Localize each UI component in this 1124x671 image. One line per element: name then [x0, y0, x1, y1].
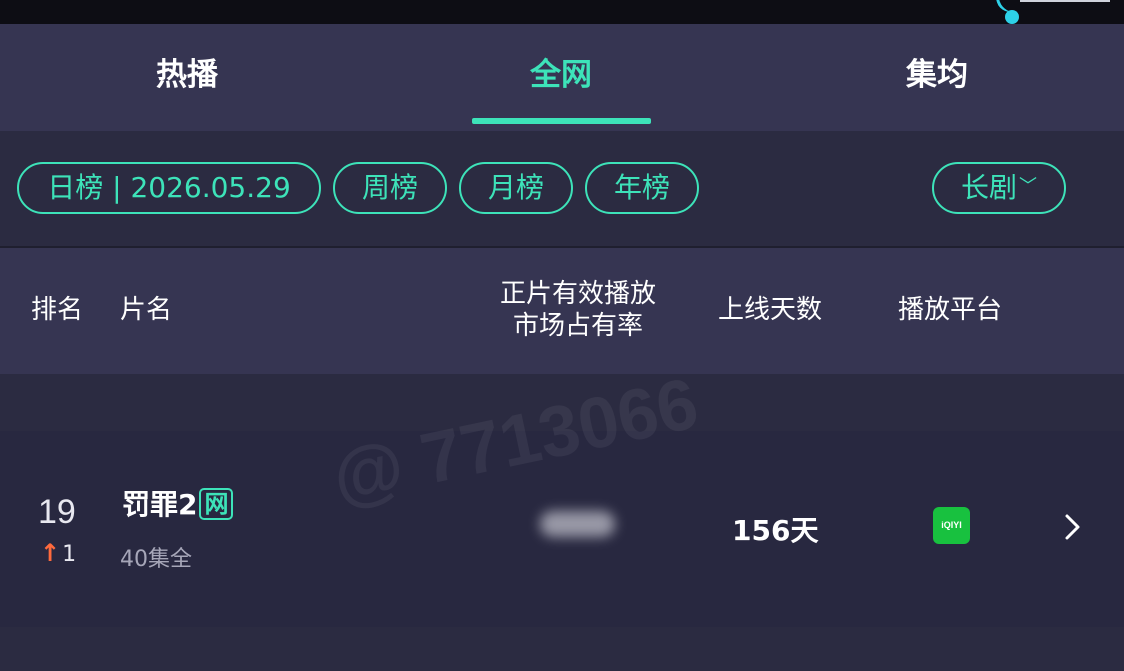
header-market-share: 正片有效播放 市场占有率 — [490, 278, 666, 342]
table-row[interactable]: 19 ↑1 罚罪2 网 40集全 156天 iQIYI — [0, 431, 1124, 627]
filter-monthly-button[interactable]: 月榜 — [459, 162, 573, 214]
tab-episode-average[interactable]: 集均 — [860, 50, 1014, 100]
header-rank: 排名 — [31, 295, 84, 325]
web-badge: 网 — [199, 488, 234, 520]
rank-change-value: 1 — [62, 542, 77, 567]
tab-bar: 热播 全网 集均 — [0, 24, 1124, 131]
market-share-value-blurred — [540, 511, 615, 537]
filter-weekly-button[interactable]: 周榜 — [333, 162, 447, 214]
filter-yearly-button[interactable]: 年榜 — [585, 162, 699, 214]
header-market-share-line1: 正片有效播放 — [499, 279, 656, 309]
active-tab-indicator — [472, 118, 651, 124]
filter-daily-button[interactable]: 日榜 | 2026.05.29 — [17, 162, 321, 214]
header-platform: 播放平台 — [898, 295, 1003, 325]
rank-change: ↑1 — [40, 539, 76, 567]
drama-title-text: 罚罪2 — [122, 488, 198, 521]
genre-dropdown-label: 长剧 — [960, 171, 1017, 204]
arrow-up-icon: ↑ — [40, 539, 61, 567]
bottom-area — [0, 627, 1124, 671]
header-market-share-line2: 市场占有率 — [512, 311, 643, 341]
genre-dropdown[interactable]: 长剧 ﹀ — [932, 162, 1066, 214]
header-days-online: 上线天数 — [718, 295, 823, 325]
tab-hot[interactable]: 热播 — [110, 50, 264, 100]
section-gap — [0, 374, 1124, 431]
rank-number: 19 — [38, 493, 76, 531]
status-bar — [0, 0, 1124, 24]
tab-all-network[interactable]: 全网 — [472, 50, 650, 100]
iqiyi-icon: iQIYI — [933, 507, 970, 544]
days-online-value: 156天 — [732, 514, 819, 547]
drama-title[interactable]: 罚罪2 网 — [122, 483, 234, 523]
table-header: 排名 片名 正片有效播放 市场占有率 上线天数 播放平台 — [0, 248, 1124, 374]
chevron-down-icon: ﹀ — [1019, 176, 1037, 197]
decor-line — [1020, 0, 1110, 2]
episode-count: 40集全 — [120, 547, 192, 572]
filter-bar: 日榜 | 2026.05.29 周榜 月榜 年榜 长剧 ﹀ — [0, 131, 1124, 246]
status-dot-icon — [1005, 10, 1019, 24]
header-title: 片名 — [120, 295, 173, 325]
chevron-right-icon[interactable] — [1058, 513, 1086, 541]
